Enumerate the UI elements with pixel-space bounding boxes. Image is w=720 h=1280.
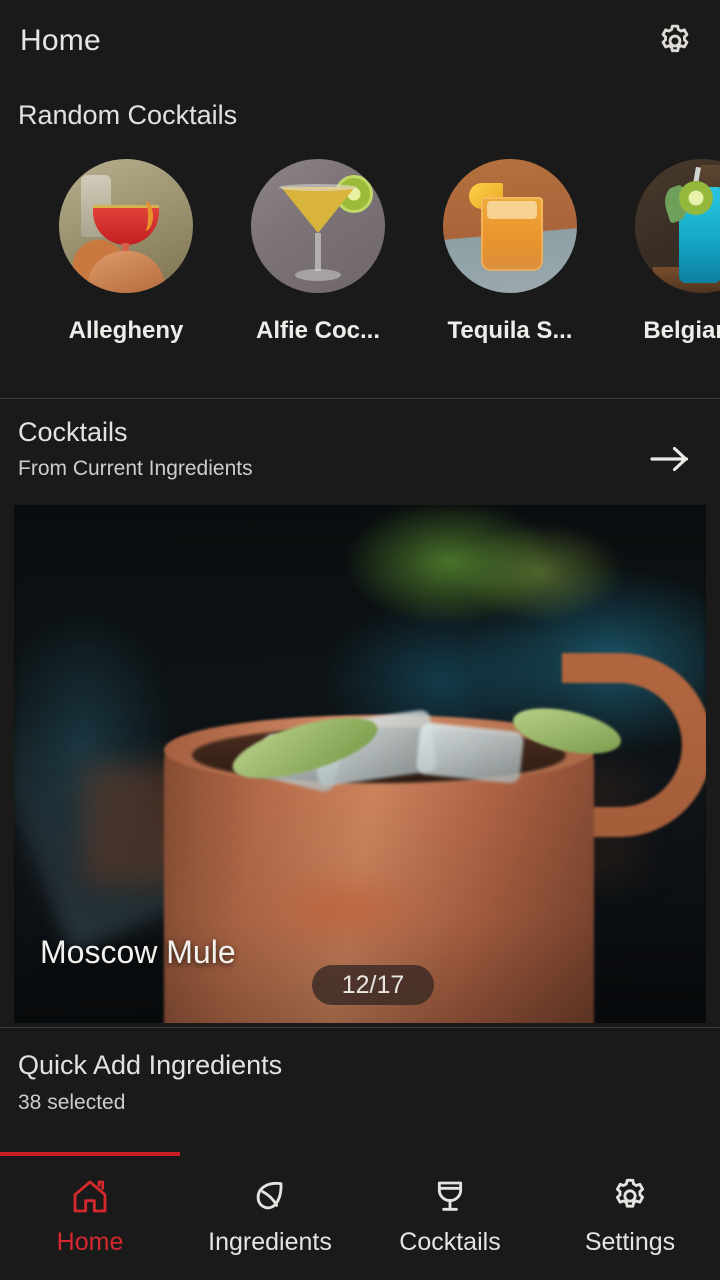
cocktail-name: Belgian B. [643, 317, 720, 344]
bottom-navigation: Home Ingredients Cocktails Settings [0, 1152, 720, 1280]
page-title: Home [20, 24, 101, 57]
home-icon [73, 1180, 107, 1213]
nav-item-cocktails[interactable]: Cocktails [360, 1152, 540, 1257]
cocktail-thumbnail[interactable] [443, 159, 577, 293]
featured-cocktail-card[interactable]: Moscow Mule 12/17 [14, 505, 706, 1023]
gear-icon [661, 24, 689, 53]
random-cocktail-item[interactable]: Allegheny [30, 159, 222, 345]
cocktails-title: Cocktails [18, 417, 128, 447]
arrow-right-icon [650, 446, 689, 472]
random-cocktails-carousel[interactable]: Allegheny Alfie Coc... Tequila S... Belg… [0, 159, 720, 345]
cocktails-section: Cocktails From Current Ingredients Mosco… [0, 399, 720, 1027]
quick-add-title: Quick Add Ingredients [18, 1050, 283, 1080]
settings-button[interactable] [652, 18, 698, 64]
ingredient-match-badge: 12/17 [312, 965, 434, 1005]
cocktail-name: Alfie Coc... [255, 317, 381, 344]
cocktail-image-tequila [443, 159, 577, 293]
cocktail-image-alfie [251, 159, 385, 293]
nav-item-settings[interactable]: Settings [540, 1152, 720, 1257]
quick-add-section[interactable]: Quick Add Ingredients 38 selected [0, 1028, 720, 1148]
app-header: Home [0, 0, 720, 82]
leaf-icon [256, 1181, 283, 1210]
cocktails-subtitle: From Current Ingredients [18, 457, 253, 480]
featured-cocktail-title: Moscow Mule [40, 934, 236, 970]
cocktail-image-belgian [635, 159, 720, 293]
nav-label-cocktails: Cocktails [399, 1228, 501, 1256]
random-cocktail-item[interactable]: Tequila S... [414, 159, 606, 345]
cocktail-glass-icon [437, 1181, 463, 1211]
random-cocktail-item[interactable]: Alfie Coc... [222, 159, 414, 345]
nav-item-ingredients[interactable]: Ingredients [180, 1152, 360, 1257]
cocktails-more-button[interactable] [644, 433, 696, 485]
random-cocktails-section: Random Cocktails Allegheny Alfie Coc... … [0, 82, 720, 398]
nav-item-home[interactable]: Home [0, 1152, 180, 1257]
random-cocktail-item[interactable]: Belgian B. [606, 159, 720, 345]
cocktail-thumbnail[interactable] [59, 159, 193, 293]
quick-add-subtitle: 38 selected [18, 1091, 126, 1114]
cocktails-section-header: Cocktails From Current Ingredients [0, 399, 720, 505]
random-cocktails-label: Random Cocktails [18, 100, 238, 130]
nav-label-home: Home [56, 1228, 124, 1256]
cocktail-thumbnail[interactable] [251, 159, 385, 293]
cocktail-name: Allegheny [68, 317, 184, 344]
cocktail-image-allegheny [59, 159, 193, 293]
cocktail-name: Tequila S... [447, 317, 573, 344]
active-tab-indicator [0, 1152, 180, 1156]
nav-label-settings: Settings [584, 1228, 676, 1256]
cocktail-thumbnail[interactable] [635, 159, 720, 293]
gear-icon [615, 1178, 645, 1208]
app-root: Home Random Cocktails Allegheny Alfie Co… [0, 0, 720, 1280]
nav-label-ingredients: Ingredients [208, 1228, 332, 1256]
